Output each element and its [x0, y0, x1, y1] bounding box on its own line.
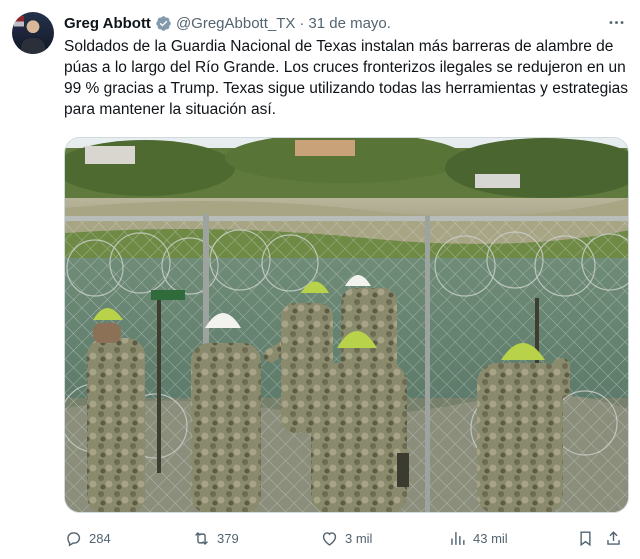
- separator: ·: [299, 14, 305, 32]
- bookmark-icon: [580, 530, 591, 546]
- views-button[interactable]: 43 mil: [448, 526, 508, 550]
- tweet-date[interactable]: 31 de mayo.: [308, 15, 391, 32]
- views-count: 43 mil: [473, 530, 508, 546]
- tweet-text: Soldados de la Guardia Nacional de Texas…: [64, 38, 629, 118]
- reply-count: 284: [89, 530, 111, 546]
- repost-icon: [195, 531, 208, 545]
- repost-count: 379: [217, 530, 239, 546]
- bookmark-button[interactable]: [576, 526, 595, 550]
- views-icon: [451, 531, 465, 545]
- like-icon: [322, 531, 337, 546]
- more-options-icon[interactable]: [606, 12, 626, 32]
- repost-button[interactable]: 379: [192, 526, 239, 550]
- tweet-photo[interactable]: [64, 137, 629, 513]
- share-button[interactable]: [604, 526, 623, 550]
- photo-soldiers-border-fence: [65, 138, 628, 512]
- author-name[interactable]: Greg Abbott: [64, 15, 151, 32]
- like-button[interactable]: 3 mil: [320, 526, 372, 550]
- tweet-header: Greg Abbott @GregAbbott_TX · 31 de mayo.: [64, 12, 391, 34]
- like-count: 3 mil: [345, 530, 373, 546]
- reply-icon: [67, 531, 81, 546]
- reply-button[interactable]: 284: [64, 526, 111, 550]
- author-handle[interactable]: @GregAbbott_TX: [176, 15, 295, 32]
- avatar[interactable]: [12, 12, 54, 54]
- verified-badge-icon[interactable]: [155, 15, 172, 32]
- action-bar: 284 379 3 mil 43 mil: [64, 526, 624, 550]
- tweet-card[interactable]: Greg Abbott @GregAbbott_TX · 31 de mayo.…: [0, 0, 640, 559]
- share-icon: [607, 530, 620, 545]
